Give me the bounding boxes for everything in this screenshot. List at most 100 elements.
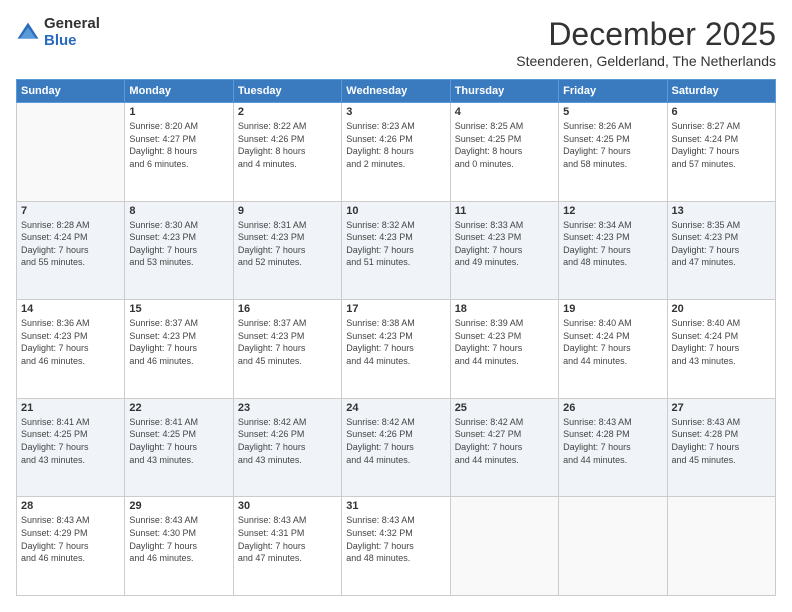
calendar-cell: 22 Sunrise: 8:41 AM Sunset: 4:25 PM Dayli… — [125, 398, 233, 497]
day-number: 28 — [21, 500, 120, 512]
calendar-cell: 14 Sunrise: 8:36 AM Sunset: 4:23 PM Dayli… — [17, 300, 125, 399]
day-number: 22 — [129, 402, 228, 414]
calendar-header-row: SundayMondayTuesdayWednesdayThursdayFrid… — [17, 80, 776, 103]
logo-blue-text: Blue — [44, 33, 100, 50]
day-number: 1 — [129, 106, 228, 118]
day-info: Sunrise: 8:39 AM Sunset: 4:23 PM Dayligh… — [455, 317, 554, 367]
month-title: December 2025 — [516, 16, 776, 53]
calendar-cell — [17, 103, 125, 202]
day-info: Sunrise: 8:43 AM Sunset: 4:29 PM Dayligh… — [21, 514, 120, 564]
calendar-cell: 30 Sunrise: 8:43 AM Sunset: 4:31 PM Dayli… — [233, 497, 341, 596]
day-number: 18 — [455, 303, 554, 315]
day-info: Sunrise: 8:25 AM Sunset: 4:25 PM Dayligh… — [455, 120, 554, 170]
calendar-cell: 23Sunrise: 8:42 AM Sunset: 4:26 PM Dayli… — [233, 398, 341, 497]
day-info: Sunrise: 8:36 AM Sunset: 4:23 PM Dayligh… — [21, 317, 120, 367]
day-number: 6 — [672, 106, 771, 118]
day-info: Sunrise: 8:43 AM Sunset: 4:30 PM Dayligh… — [129, 514, 228, 564]
day-number: 29 — [129, 500, 228, 512]
calendar-cell: 5 Sunrise: 8:26 AM Sunset: 4:25 PM Daylig… — [559, 103, 667, 202]
calendar-cell: 17 Sunrise: 8:38 AM Sunset: 4:23 PM Dayli… — [342, 300, 450, 399]
calendar-week-row: 28 Sunrise: 8:43 AM Sunset: 4:29 PM Dayli… — [17, 497, 776, 596]
day-number: 12 — [563, 205, 662, 217]
day-number: 21 — [21, 402, 120, 414]
logo: General Blue — [16, 16, 100, 49]
day-info: Sunrise: 8:42 AM Sunset: 4:26 PM Dayligh… — [346, 416, 445, 466]
day-number: 7 — [21, 205, 120, 217]
day-number: 24 — [346, 402, 445, 414]
day-info: Sunrise: 8:31 AM Sunset: 4:23 PM Dayligh… — [238, 219, 337, 269]
day-info: Sunrise: 8:22 AM Sunset: 4:26 PM Dayligh… — [238, 120, 337, 170]
calendar-header-thursday: Thursday — [450, 80, 558, 103]
day-info: Sunrise: 8:38 AM Sunset: 4:23 PM Dayligh… — [346, 317, 445, 367]
day-info: Sunrise: 8:34 AM Sunset: 4:23 PM Dayligh… — [563, 219, 662, 269]
calendar-cell: 15Sunrise: 8:37 AM Sunset: 4:23 PM Dayli… — [125, 300, 233, 399]
calendar-header-saturday: Saturday — [667, 80, 775, 103]
calendar-cell: 25 Sunrise: 8:42 AM Sunset: 4:27 PM Dayli… — [450, 398, 558, 497]
day-info: Sunrise: 8:41 AM Sunset: 4:25 PM Dayligh… — [21, 416, 120, 466]
day-info: Sunrise: 8:30 AM Sunset: 4:23 PM Dayligh… — [129, 219, 228, 269]
calendar-cell: 4 Sunrise: 8:25 AM Sunset: 4:25 PM Daylig… — [450, 103, 558, 202]
day-number: 3 — [346, 106, 445, 118]
day-info: Sunrise: 8:42 AM Sunset: 4:27 PM Dayligh… — [455, 416, 554, 466]
day-number: 26 — [563, 402, 662, 414]
calendar-cell: 24 Sunrise: 8:42 AM Sunset: 4:26 PM Dayli… — [342, 398, 450, 497]
day-info: Sunrise: 8:33 AM Sunset: 4:23 PM Dayligh… — [455, 219, 554, 269]
calendar-cell: 3 Sunrise: 8:23 AM Sunset: 4:26 PM Daylig… — [342, 103, 450, 202]
calendar-cell — [559, 497, 667, 596]
calendar-cell: 28 Sunrise: 8:43 AM Sunset: 4:29 PM Dayli… — [17, 497, 125, 596]
calendar-cell: 2 Sunrise: 8:22 AM Sunset: 4:26 PM Daylig… — [233, 103, 341, 202]
day-number: 15 — [129, 303, 228, 315]
calendar-cell: 19Sunrise: 8:40 AM Sunset: 4:24 PM Dayli… — [559, 300, 667, 399]
calendar-week-row: 1Sunrise: 8:20 AM Sunset: 4:27 PM Daylig… — [17, 103, 776, 202]
day-number: 31 — [346, 500, 445, 512]
calendar-cell: 18 Sunrise: 8:39 AM Sunset: 4:23 PM Dayli… — [450, 300, 558, 399]
logo-icon — [16, 21, 40, 45]
calendar-header-wednesday: Wednesday — [342, 80, 450, 103]
day-info: Sunrise: 8:32 AM Sunset: 4:23 PM Dayligh… — [346, 219, 445, 269]
calendar-week-row: 7 Sunrise: 8:28 AM Sunset: 4:24 PM Daylig… — [17, 201, 776, 300]
page: General Blue December 2025 Steenderen, G… — [0, 0, 792, 612]
calendar-cell: 6 Sunrise: 8:27 AM Sunset: 4:24 PM Daylig… — [667, 103, 775, 202]
day-number: 5 — [563, 106, 662, 118]
day-number: 30 — [238, 500, 337, 512]
day-number: 14 — [21, 303, 120, 315]
calendar-cell: 7 Sunrise: 8:28 AM Sunset: 4:24 PM Daylig… — [17, 201, 125, 300]
calendar-cell: 13Sunrise: 8:35 AM Sunset: 4:23 PM Dayli… — [667, 201, 775, 300]
day-info: Sunrise: 8:43 AM Sunset: 4:32 PM Dayligh… — [346, 514, 445, 564]
day-info: Sunrise: 8:40 AM Sunset: 4:24 PM Dayligh… — [672, 317, 771, 367]
day-info: Sunrise: 8:23 AM Sunset: 4:26 PM Dayligh… — [346, 120, 445, 170]
day-info: Sunrise: 8:43 AM Sunset: 4:31 PM Dayligh… — [238, 514, 337, 564]
calendar-cell: 26Sunrise: 8:43 AM Sunset: 4:28 PM Dayli… — [559, 398, 667, 497]
calendar-cell — [450, 497, 558, 596]
logo-general-text: General — [44, 16, 100, 33]
calendar-cell: 20 Sunrise: 8:40 AM Sunset: 4:24 PM Dayli… — [667, 300, 775, 399]
calendar-cell: 9 Sunrise: 8:31 AM Sunset: 4:23 PM Daylig… — [233, 201, 341, 300]
day-info: Sunrise: 8:26 AM Sunset: 4:25 PM Dayligh… — [563, 120, 662, 170]
calendar-cell: 29 Sunrise: 8:43 AM Sunset: 4:30 PM Dayli… — [125, 497, 233, 596]
calendar-cell: 21 Sunrise: 8:41 AM Sunset: 4:25 PM Dayli… — [17, 398, 125, 497]
header: General Blue December 2025 Steenderen, G… — [16, 16, 776, 69]
day-number: 2 — [238, 106, 337, 118]
day-number: 4 — [455, 106, 554, 118]
calendar-cell: 8Sunrise: 8:30 AM Sunset: 4:23 PM Daylig… — [125, 201, 233, 300]
calendar-cell: 10 Sunrise: 8:32 AM Sunset: 4:23 PM Dayli… — [342, 201, 450, 300]
calendar-cell: 27Sunrise: 8:43 AM Sunset: 4:28 PM Dayli… — [667, 398, 775, 497]
day-number: 17 — [346, 303, 445, 315]
day-number: 16 — [238, 303, 337, 315]
day-number: 27 — [672, 402, 771, 414]
day-number: 23 — [238, 402, 337, 414]
calendar-cell: 16Sunrise: 8:37 AM Sunset: 4:23 PM Dayli… — [233, 300, 341, 399]
calendar-cell: 31 Sunrise: 8:43 AM Sunset: 4:32 PM Dayli… — [342, 497, 450, 596]
calendar-cell: 11Sunrise: 8:33 AM Sunset: 4:23 PM Dayli… — [450, 201, 558, 300]
day-info: Sunrise: 8:41 AM Sunset: 4:25 PM Dayligh… — [129, 416, 228, 466]
day-info: Sunrise: 8:28 AM Sunset: 4:24 PM Dayligh… — [21, 219, 120, 269]
day-info: Sunrise: 8:40 AM Sunset: 4:24 PM Dayligh… — [563, 317, 662, 367]
day-info: Sunrise: 8:27 AM Sunset: 4:24 PM Dayligh… — [672, 120, 771, 170]
day-number: 20 — [672, 303, 771, 315]
day-number: 9 — [238, 205, 337, 217]
calendar-week-row: 14 Sunrise: 8:36 AM Sunset: 4:23 PM Dayli… — [17, 300, 776, 399]
calendar-header-sunday: Sunday — [17, 80, 125, 103]
day-number: 25 — [455, 402, 554, 414]
calendar-header-monday: Monday — [125, 80, 233, 103]
day-number: 10 — [346, 205, 445, 217]
